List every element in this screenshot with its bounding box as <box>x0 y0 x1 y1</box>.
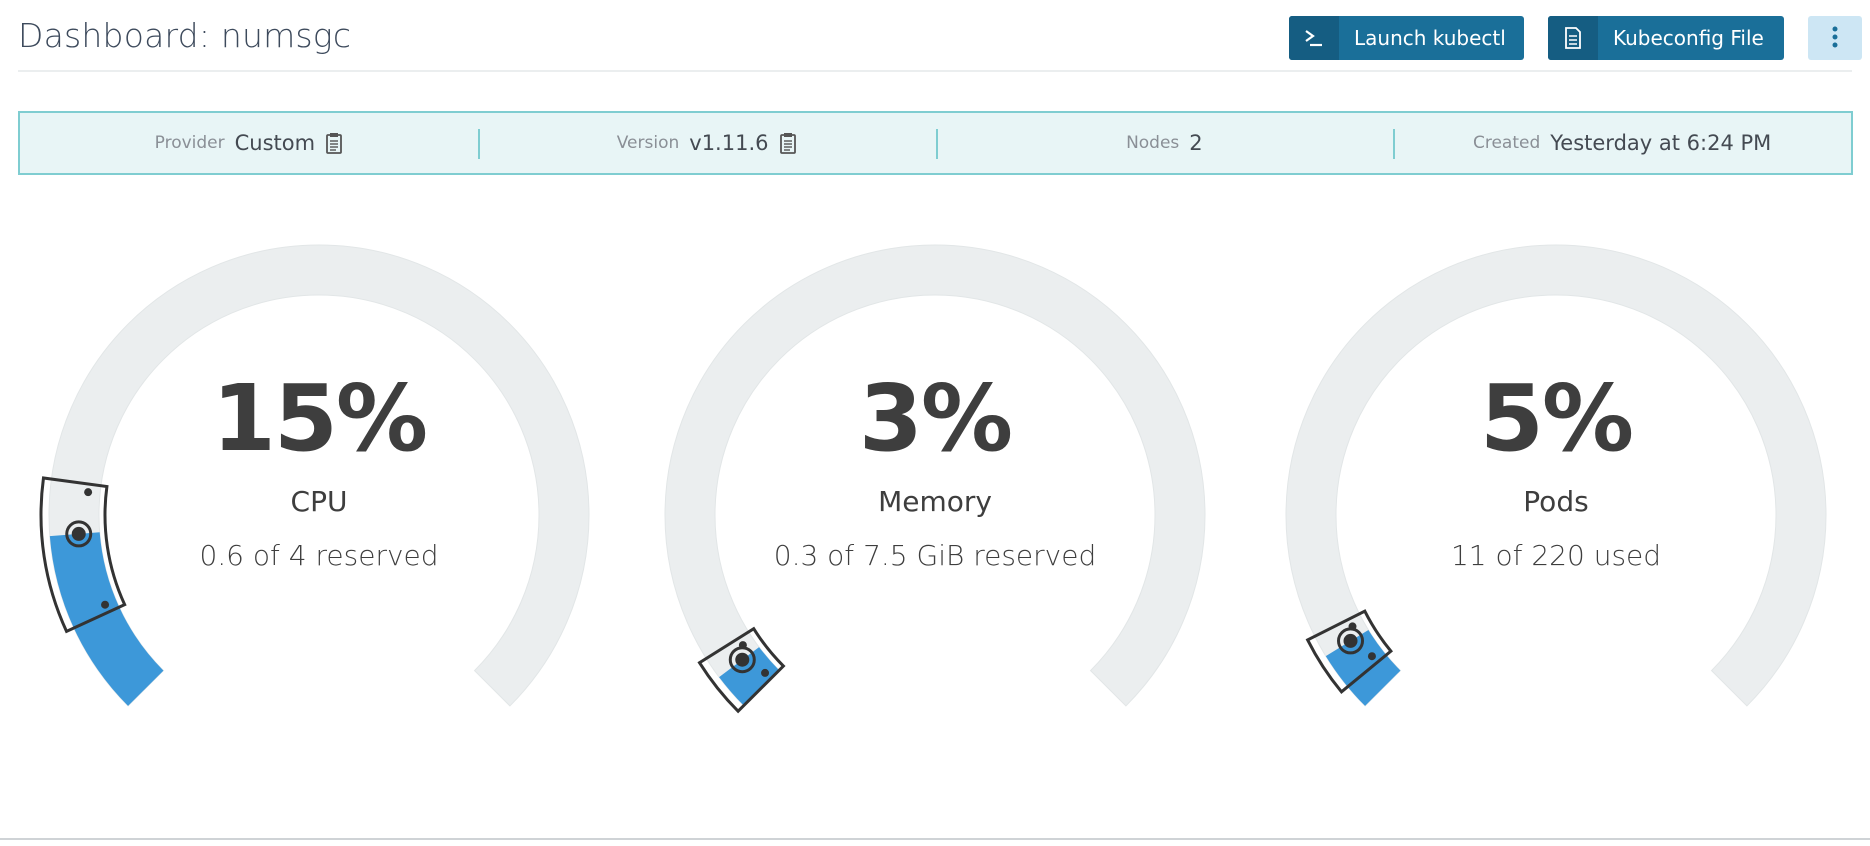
provider-label: Provider <box>154 133 225 153</box>
memory-gauge: 3% Memory 0.3 of 7.5 GiB reserved <box>635 225 1235 745</box>
resource-gauges: 15% CPU 0.6 of 4 reserved 3% Memory 0.3 … <box>0 225 1870 745</box>
pods-gauge-label: Pods <box>1523 485 1589 518</box>
cluster-info-bar: Provider Custom Version v1.11.6 Nodes 2 … <box>18 111 1853 175</box>
memory-gauge-range-low-dot <box>761 668 770 677</box>
more-actions-button[interactable] <box>1808 16 1862 60</box>
cpu-gauge-range-low-dot <box>101 600 110 609</box>
pods-gauge: 5% Pods 11 of 220 used <box>1256 225 1856 745</box>
nodes-label: Nodes <box>1126 133 1180 153</box>
cluster-dashboard: Dashboard: numsgc Launch kubectl Kubecon… <box>0 0 1870 846</box>
version-value: v1.11.6 <box>689 131 769 155</box>
provider-value: Custom <box>234 131 316 155</box>
created-value: Yesterday at 6:24 PM <box>1550 131 1772 155</box>
memory-gauge-track <box>664 244 1206 707</box>
created-info: Created Yesterday at 6:24 PM <box>1393 113 1851 173</box>
version-info: Version v1.11.6 <box>477 113 936 173</box>
memory-gauge-label: Memory <box>878 485 992 518</box>
clipboard-icon[interactable] <box>325 132 343 154</box>
launch-kubectl-label: Launch kubectl <box>1354 26 1506 50</box>
cpu-gauge-label: CPU <box>290 485 348 518</box>
pods-gauge-value-dot <box>1343 633 1358 648</box>
pods-gauge-percent: 5% <box>1479 365 1634 472</box>
kubeconfig-file-button[interactable]: Kubeconfig File <box>1548 16 1784 60</box>
pods-gauge-range-low-dot <box>1367 652 1376 661</box>
nodes-info: Nodes 2 <box>935 113 1394 173</box>
launch-kubectl-button[interactable]: Launch kubectl <box>1289 16 1524 60</box>
cpu-gauge-percent: 15% <box>211 365 428 472</box>
terminal-prompt-icon <box>1289 16 1339 60</box>
page-header: Dashboard: numsgc Launch kubectl Kubecon… <box>18 14 1862 72</box>
version-label: Version <box>616 133 680 153</box>
provider-info: Provider Custom <box>20 113 478 173</box>
footer-divider <box>0 838 1870 840</box>
clipboard-icon[interactable] <box>779 132 797 154</box>
cpu-gauge: 15% CPU 0.6 of 4 reserved <box>19 225 619 745</box>
cpu-gauge-detail: 0.6 of 4 reserved <box>199 539 439 572</box>
file-icon <box>1548 16 1598 60</box>
pods-gauge-detail: 11 of 220 used <box>1450 539 1662 572</box>
page-title: Dashboard: numsgc <box>18 16 352 55</box>
vertical-ellipsis-icon <box>1831 26 1839 51</box>
memory-gauge-percent: 3% <box>858 365 1013 472</box>
nodes-value: 2 <box>1189 131 1203 155</box>
kubeconfig-file-label: Kubeconfig File <box>1613 26 1764 50</box>
created-label: Created <box>1472 133 1541 153</box>
memory-gauge-detail: 0.3 of 7.5 GiB reserved <box>773 539 1097 572</box>
memory-gauge-value-dot <box>735 652 750 667</box>
